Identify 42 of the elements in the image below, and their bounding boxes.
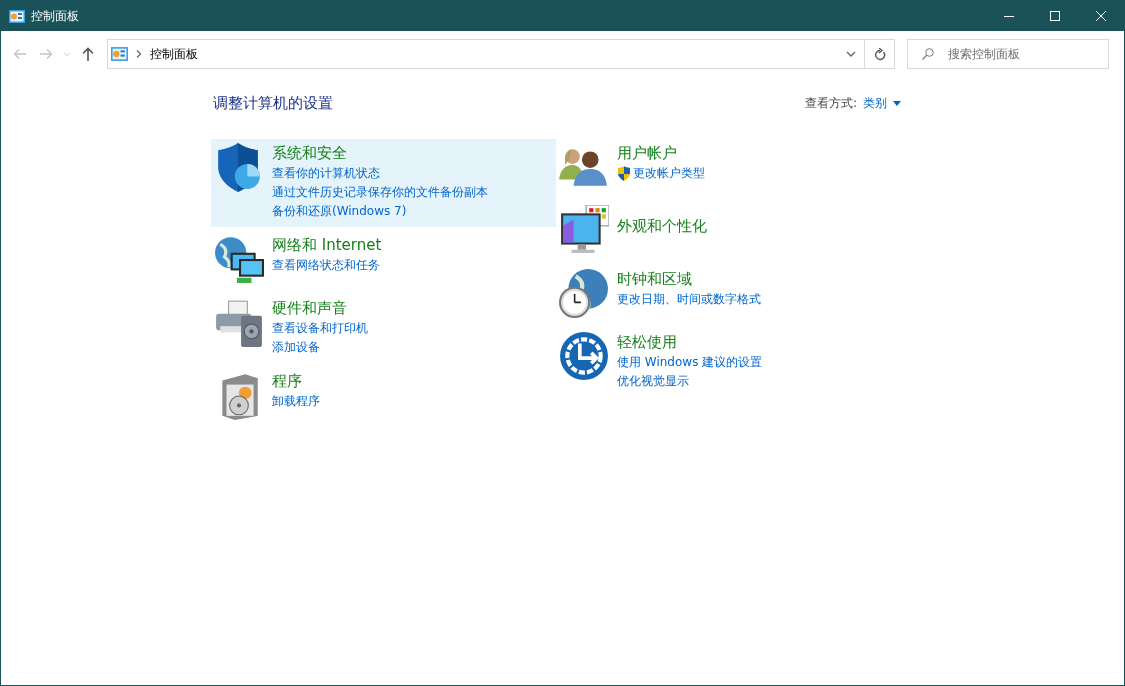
task-link[interactable]: 使用 Windows 建议的设置: [617, 353, 763, 372]
task-link[interactable]: 更改日期、时间或数字格式: [617, 290, 761, 309]
task-link[interactable]: 优化视觉显示: [617, 372, 763, 391]
right-arrow-icon: [38, 46, 54, 62]
page-heading: 调整计算机的设置: [213, 94, 333, 113]
address-bar[interactable]: 控制面板: [107, 39, 895, 69]
globe-clock-icon[interactable]: [559, 268, 609, 318]
window-title: 控制面板: [31, 7, 80, 25]
monitor-palette-icon[interactable]: [559, 205, 609, 255]
accessibility-icon[interactable]: [559, 331, 609, 381]
shield-icon: [617, 166, 631, 181]
category-link[interactable]: 时钟和区域: [617, 268, 761, 290]
chevron-down-icon: [846, 51, 856, 57]
task-link[interactable]: 更改帐户类型: [633, 164, 705, 183]
maximize-icon: [1050, 11, 1060, 21]
task-link[interactable]: 通过文件历史记录保存你的文件备份副本: [272, 183, 488, 202]
task-link[interactable]: 备份和还原(Windows 7): [272, 202, 488, 221]
up-arrow-icon: [80, 46, 96, 62]
task-link[interactable]: 查看设备和打印机: [272, 319, 368, 338]
control-panel-icon: [111, 47, 128, 61]
caret-icon: [893, 101, 901, 106]
category-link[interactable]: 轻松使用: [617, 331, 763, 353]
category-link[interactable]: 外观和个性化: [617, 215, 707, 237]
category-link[interactable]: 系统和安全: [272, 142, 488, 164]
close-icon: [1096, 11, 1106, 21]
category-link[interactable]: 网络和 Internet: [272, 234, 382, 256]
view-by-dropdown[interactable]: 类别: [863, 95, 901, 112]
left-arrow-icon: [12, 46, 28, 62]
view-by-label: 查看方式:: [804, 95, 857, 112]
refresh-icon: [873, 47, 886, 61]
category-link[interactable]: 程序: [272, 370, 320, 392]
task-link[interactable]: 查看你的计算机状态: [272, 164, 488, 183]
globe-monitors-icon[interactable]: [214, 234, 264, 284]
task-link[interactable]: 查看网络状态和任务: [272, 256, 382, 275]
task-link[interactable]: 添加设备: [272, 338, 368, 357]
chevron-icon: [136, 50, 142, 58]
search-field[interactable]: 搜索控制面板: [907, 39, 1109, 69]
breadcrumb[interactable]: 控制面板: [150, 45, 838, 63]
category-link[interactable]: 硬件和声音: [272, 297, 368, 319]
control-panel-icon: [9, 9, 25, 23]
task-link[interactable]: 卸载程序: [272, 392, 320, 411]
category-link[interactable]: 用户帐户: [617, 142, 705, 164]
